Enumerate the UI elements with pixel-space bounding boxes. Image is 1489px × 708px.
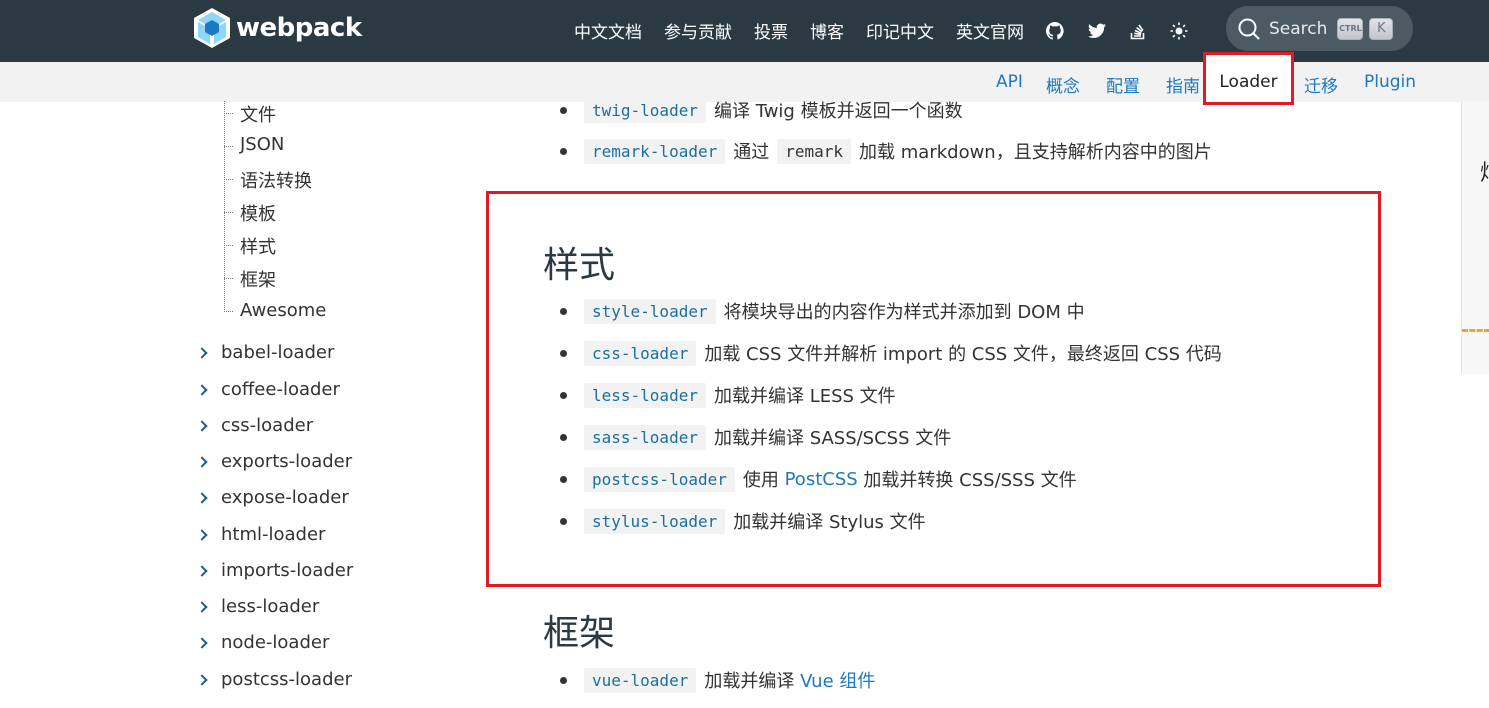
chevron-right-icon bbox=[196, 455, 208, 468]
list-item-stylus-loader: stylus-loader 加载并编译 Stylus 文件 bbox=[560, 508, 926, 534]
subnav-concepts[interactable]: 概念 bbox=[1046, 72, 1080, 97]
list-item-postcss-loader: postcss-loader 使用 PostCSS 加载并转换 CSS/SSS … bbox=[560, 466, 1077, 492]
sidebar-loader-css[interactable]: css-loader bbox=[196, 415, 313, 436]
sidebar-loader-expose[interactable]: expose-loader bbox=[196, 487, 349, 508]
code-remark-loader[interactable]: remark-loader bbox=[584, 138, 726, 164]
sidebar-item-templating[interactable]: 模板 bbox=[224, 200, 276, 226]
chevron-right-icon bbox=[196, 419, 208, 432]
list-item-sass-loader: sass-loader 加载并编译 SASS/SCSS 文件 bbox=[560, 424, 951, 450]
side-ad[interactable]: 炫 bbox=[1461, 101, 1489, 374]
sidebar-loader-postcss[interactable]: postcss-loader bbox=[196, 669, 352, 690]
nav-blog[interactable]: 博客 bbox=[810, 18, 844, 43]
subnav-guides[interactable]: 指南 bbox=[1166, 72, 1200, 97]
chevron-right-icon bbox=[196, 673, 208, 686]
chevron-right-icon bbox=[196, 600, 208, 613]
subnav-loader-active[interactable]: Loader bbox=[1203, 52, 1294, 105]
list-item-remark: remark-loader 通过 remark 加载 markdown，且支持解… bbox=[560, 138, 1212, 164]
list-item-twig: twig-loader 编译 Twig 模板并返回一个函数 bbox=[560, 97, 963, 123]
sidebar-item-frameworks[interactable]: 框架 bbox=[224, 266, 276, 292]
nav-zh-docs[interactable]: 中文文档 bbox=[574, 18, 642, 43]
nav-vote[interactable]: 投票 bbox=[754, 18, 788, 43]
kbd-ctrl: CTRL bbox=[1337, 17, 1364, 40]
twitter-icon[interactable] bbox=[1088, 23, 1106, 39]
code-vue-loader[interactable]: vue-loader bbox=[584, 667, 697, 693]
sidebar-loader-imports[interactable]: imports-loader bbox=[196, 560, 353, 581]
search-button[interactable]: Search CTRL K bbox=[1226, 6, 1413, 51]
link-postcss[interactable]: PostCSS bbox=[785, 469, 858, 490]
theme-toggle-icon[interactable] bbox=[1170, 22, 1188, 40]
sidebar-loader-coffee[interactable]: coffee-loader bbox=[196, 379, 340, 400]
sidebar-item-files[interactable]: 文件 bbox=[224, 101, 276, 127]
nav-english-site[interactable]: 英文官网 bbox=[956, 18, 1024, 43]
logo-text: webpack bbox=[236, 13, 362, 43]
sidebar-item-json[interactable]: JSON bbox=[224, 134, 284, 155]
sidebar-item-styling[interactable]: 样式 bbox=[224, 233, 276, 259]
list-item-less-loader: less-loader 加载并编译 LESS 文件 bbox=[560, 382, 896, 408]
sidebar-loader-exports[interactable]: exports-loader bbox=[196, 451, 352, 472]
nav-docschina[interactable]: 印记中文 bbox=[866, 18, 934, 43]
code-twig-loader[interactable]: twig-loader bbox=[584, 97, 706, 123]
webpack-cube-icon bbox=[194, 8, 230, 48]
chevron-right-icon bbox=[196, 528, 208, 541]
search-icon bbox=[1238, 18, 1260, 40]
chevron-right-icon bbox=[196, 564, 208, 577]
subnav-migrate[interactable]: 迁移 bbox=[1304, 72, 1338, 97]
stackoverflow-icon[interactable] bbox=[1130, 22, 1146, 40]
section-heading-frameworks: 框架 bbox=[543, 613, 616, 654]
code-postcss-loader[interactable]: postcss-loader bbox=[584, 466, 735, 492]
sub-navbar: API 概念 配置 指南 Loader 迁移 Plugin bbox=[0, 52, 1489, 105]
sidebar-loader-html[interactable]: html-loader bbox=[196, 524, 325, 545]
sidebar-item-awesome[interactable]: Awesome bbox=[224, 300, 326, 321]
chevron-right-icon bbox=[196, 383, 208, 396]
subnav-configuration[interactable]: 配置 bbox=[1106, 72, 1140, 97]
sidebar-loader-babel[interactable]: babel-loader bbox=[196, 342, 334, 363]
code-sass-loader[interactable]: sass-loader bbox=[584, 424, 706, 450]
list-item-vue-loader: vue-loader 加载并编译 Vue 组件 bbox=[560, 667, 875, 693]
code-style-loader[interactable]: style-loader bbox=[584, 298, 716, 324]
chevron-right-icon bbox=[196, 346, 208, 359]
webpack-logo[interactable]: webpack bbox=[192, 6, 362, 50]
code-less-loader[interactable]: less-loader bbox=[584, 382, 706, 408]
github-icon[interactable] bbox=[1046, 21, 1064, 40]
list-item-style-loader: style-loader 将模块导出的内容作为样式并添加到 DOM 中 bbox=[560, 298, 1085, 324]
code-css-loader[interactable]: css-loader bbox=[584, 340, 697, 366]
sidebar-loader-less[interactable]: less-loader bbox=[196, 596, 319, 617]
list-item-css-loader: css-loader 加载 CSS 文件并解析 import 的 CSS 文件，… bbox=[560, 340, 1222, 366]
sidebar-loader-node[interactable]: node-loader bbox=[196, 632, 329, 653]
nav-contribute[interactable]: 参与贡献 bbox=[664, 18, 732, 43]
ad-partial-text: 炫 bbox=[1480, 155, 1489, 187]
link-vue-component[interactable]: Vue 组件 bbox=[800, 667, 875, 693]
kbd-k: K bbox=[1369, 17, 1394, 40]
chevron-right-icon bbox=[196, 491, 208, 504]
chevron-right-icon bbox=[196, 636, 208, 649]
search-label: Search bbox=[1269, 18, 1328, 39]
subnav-api[interactable]: API bbox=[996, 72, 1023, 92]
subnav-plugin[interactable]: Plugin bbox=[1364, 72, 1416, 92]
top-nav: 中文文档 参与贡献 投票 博客 印记中文 英文官网 bbox=[574, 18, 1212, 43]
section-heading-styles: 样式 bbox=[543, 245, 616, 286]
code-stylus-loader[interactable]: stylus-loader bbox=[584, 508, 726, 534]
code-remark: remark bbox=[777, 138, 852, 164]
sidebar-item-transpiling[interactable]: 语法转换 bbox=[224, 167, 312, 193]
